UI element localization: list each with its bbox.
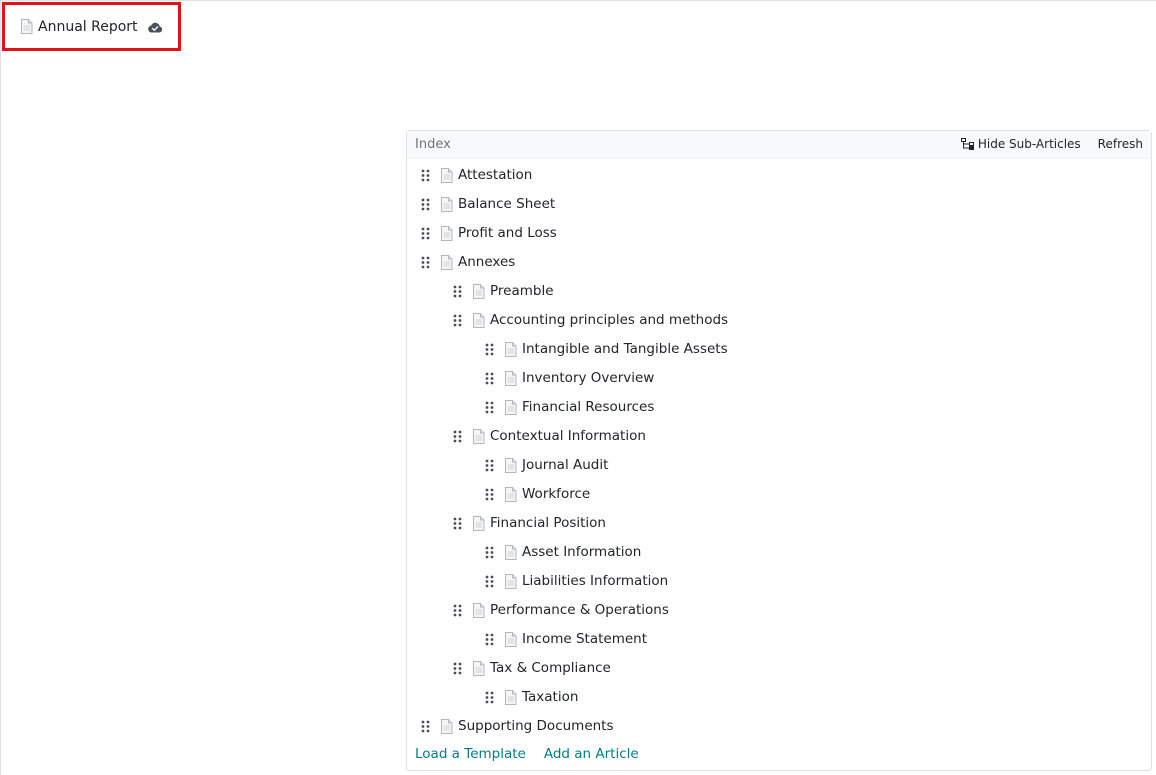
index-item-label[interactable]: Asset Information — [522, 544, 641, 560]
drag-handle-icon[interactable] — [485, 691, 494, 704]
index-item-label[interactable]: Supporting Documents — [458, 718, 614, 734]
index-header: Index Hide Sub-Articles Refresh — [407, 131, 1151, 159]
drag-handle-icon[interactable] — [421, 227, 430, 240]
drag-handle-icon[interactable] — [421, 256, 430, 269]
document-icon — [504, 399, 517, 415]
document-icon — [504, 544, 517, 560]
index-label: Index — [415, 137, 451, 152]
index-item-label[interactable]: Financial Resources — [522, 399, 654, 415]
drag-handle-icon[interactable] — [421, 169, 430, 182]
index-item-label[interactable]: Journal Audit — [522, 457, 608, 473]
drag-handle-icon[interactable] — [421, 198, 430, 211]
index-panel: Index Hide Sub-Articles Refresh Attestat… — [406, 130, 1152, 771]
document-icon — [504, 341, 517, 357]
load-template-link[interactable]: Load a Template — [415, 746, 526, 762]
index-item[interactable]: Balance Sheet — [421, 193, 555, 215]
article-title[interactable]: Annual Report — [38, 19, 138, 35]
index-item-label[interactable]: Tax & Compliance — [490, 660, 611, 676]
document-icon — [504, 486, 517, 502]
index-item[interactable]: Performance & Operations — [453, 599, 669, 621]
index-item[interactable]: Liabilities Information — [485, 570, 668, 592]
index-item-label[interactable]: Preamble — [490, 283, 554, 299]
drag-handle-icon[interactable] — [485, 546, 494, 559]
document-icon — [21, 19, 33, 34]
index-item[interactable]: Contextual Information — [453, 425, 646, 447]
drag-handle-icon[interactable] — [453, 285, 462, 298]
index-item[interactable]: Income Statement — [485, 628, 647, 650]
cloud-check-icon — [147, 21, 163, 33]
index-item-label[interactable]: Annexes — [458, 254, 515, 270]
index-item-label[interactable]: Inventory Overview — [522, 370, 654, 386]
hide-sub-articles-label: Hide Sub-Articles — [977, 137, 1081, 151]
document-icon — [440, 196, 453, 212]
index-item[interactable]: Workforce — [485, 483, 590, 505]
document-icon — [472, 515, 485, 531]
index-item[interactable]: Preamble — [453, 280, 554, 302]
drag-handle-icon[interactable] — [453, 314, 462, 327]
document-icon — [440, 718, 453, 734]
index-item[interactable]: Taxation — [485, 686, 578, 708]
drag-handle-icon[interactable] — [453, 662, 462, 675]
document-icon — [472, 602, 485, 618]
document-icon — [472, 428, 485, 444]
index-item-label[interactable]: Intangible and Tangible Assets — [522, 341, 728, 357]
document-icon — [472, 660, 485, 676]
index-item-label[interactable]: Workforce — [522, 486, 590, 502]
index-footer: Load a Template Add an Article — [415, 746, 639, 762]
article-title-highlight[interactable]: Annual Report — [2, 2, 181, 51]
index-item-label[interactable]: Balance Sheet — [458, 196, 555, 212]
hide-sub-articles-button[interactable]: Hide Sub-Articles — [960, 137, 1081, 151]
document-icon — [504, 457, 517, 473]
index-item-label[interactable]: Income Statement — [522, 631, 647, 647]
index-item-label[interactable]: Contextual Information — [490, 428, 646, 444]
index-item[interactable]: Journal Audit — [485, 454, 608, 476]
index-item[interactable]: Inventory Overview — [485, 367, 654, 389]
index-actions: Hide Sub-Articles Refresh — [960, 137, 1143, 151]
drag-handle-icon[interactable] — [453, 430, 462, 443]
drag-handle-icon[interactable] — [485, 575, 494, 588]
index-item[interactable]: Financial Position — [453, 512, 606, 534]
drag-handle-icon[interactable] — [453, 604, 462, 617]
document-icon — [504, 689, 517, 705]
index-item[interactable]: Profit and Loss — [421, 222, 557, 244]
index-item-label[interactable]: Financial Position — [490, 515, 606, 531]
drag-handle-icon[interactable] — [453, 517, 462, 530]
index-item[interactable]: Tax & Compliance — [453, 657, 611, 679]
index-item-label[interactable]: Liabilities Information — [522, 573, 668, 589]
drag-handle-icon[interactable] — [421, 720, 430, 733]
document-icon — [504, 573, 517, 589]
index-item-label[interactable]: Accounting principles and methods — [490, 312, 728, 328]
index-item-label[interactable]: Attestation — [458, 167, 532, 183]
document-icon — [440, 167, 453, 183]
drag-handle-icon[interactable] — [485, 459, 494, 472]
document-icon — [472, 283, 485, 299]
drag-handle-icon[interactable] — [485, 372, 494, 385]
drag-handle-icon[interactable] — [485, 633, 494, 646]
document-icon — [504, 631, 517, 647]
document-icon — [472, 312, 485, 328]
sitemap-icon — [960, 138, 974, 150]
index-item-label[interactable]: Taxation — [522, 689, 578, 705]
drag-handle-icon[interactable] — [485, 488, 494, 501]
index-item[interactable]: Financial Resources — [485, 396, 654, 418]
index-item[interactable]: Attestation — [421, 164, 532, 186]
index-item-label[interactable]: Performance & Operations — [490, 602, 669, 618]
index-item[interactable]: Annexes — [421, 251, 515, 273]
add-article-link[interactable]: Add an Article — [544, 746, 639, 762]
index-item[interactable]: Supporting Documents — [421, 715, 614, 737]
refresh-button[interactable]: Refresh — [1098, 137, 1143, 151]
index-item[interactable]: Asset Information — [485, 541, 641, 563]
index-item[interactable]: Intangible and Tangible Assets — [485, 338, 728, 360]
drag-handle-icon[interactable] — [485, 343, 494, 356]
index-item-label[interactable]: Profit and Loss — [458, 225, 557, 241]
document-icon — [504, 370, 517, 386]
document-icon — [440, 254, 453, 270]
document-icon — [440, 225, 453, 241]
drag-handle-icon[interactable] — [485, 401, 494, 414]
index-item[interactable]: Accounting principles and methods — [453, 309, 728, 331]
